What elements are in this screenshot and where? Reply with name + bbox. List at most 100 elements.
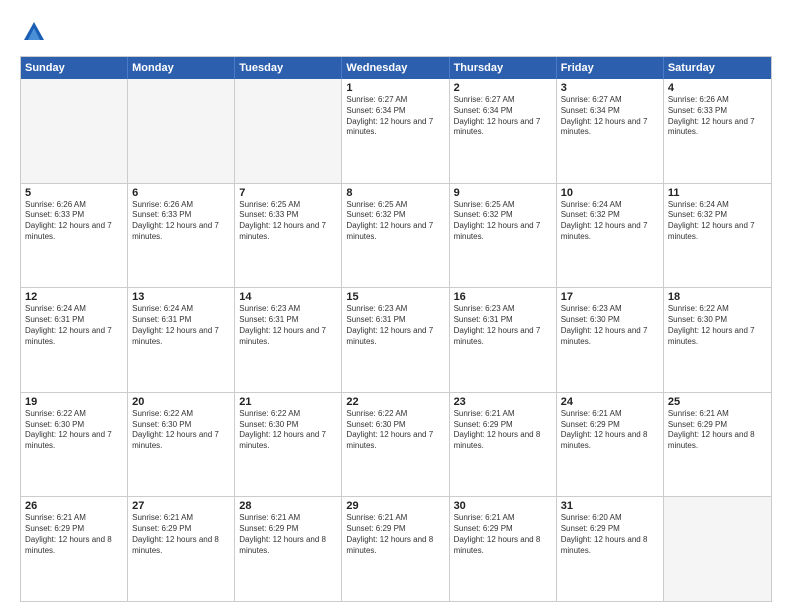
calendar-cell: 30Sunrise: 6:21 AMSunset: 6:29 PMDayligh…	[450, 497, 557, 601]
cell-info: Sunrise: 6:25 AMSunset: 6:33 PMDaylight:…	[239, 200, 337, 243]
day-number: 17	[561, 291, 659, 303]
calendar-cell: 27Sunrise: 6:21 AMSunset: 6:29 PMDayligh…	[128, 497, 235, 601]
day-number: 30	[454, 500, 552, 512]
cell-info: Sunrise: 6:22 AMSunset: 6:30 PMDaylight:…	[239, 409, 337, 452]
calendar-cell: 15Sunrise: 6:23 AMSunset: 6:31 PMDayligh…	[342, 288, 449, 392]
day-number: 2	[454, 82, 552, 94]
day-number: 3	[561, 82, 659, 94]
day-number: 23	[454, 396, 552, 408]
cell-info: Sunrise: 6:21 AMSunset: 6:29 PMDaylight:…	[346, 513, 444, 556]
day-number: 18	[668, 291, 767, 303]
calendar-cell: 5Sunrise: 6:26 AMSunset: 6:33 PMDaylight…	[21, 184, 128, 288]
day-number: 10	[561, 187, 659, 199]
calendar-cell: 28Sunrise: 6:21 AMSunset: 6:29 PMDayligh…	[235, 497, 342, 601]
calendar-week-4: 19 Sunrise: 6:22 AMSunset: 6:30 PMDayligh…	[21, 393, 771, 498]
calendar-week-3: 12Sunrise: 6:24 AMSunset: 6:31 PMDayligh…	[21, 288, 771, 393]
day-number: 8	[346, 187, 444, 199]
cell-info: Sunrise: 6:25 AMSunset: 6:32 PMDaylight:…	[346, 200, 444, 243]
calendar-cell	[128, 79, 235, 183]
calendar-cell: 13Sunrise: 6:24 AMSunset: 6:31 PMDayligh…	[128, 288, 235, 392]
calendar: SundayMondayTuesdayWednesdayThursdayFrid…	[20, 56, 772, 602]
day-number: 4	[668, 82, 767, 94]
calendar-cell: 20Sunrise: 6:22 AMSunset: 6:30 PMDayligh…	[128, 393, 235, 497]
calendar-cell: 6Sunrise: 6:26 AMSunset: 6:33 PMDaylight…	[128, 184, 235, 288]
cell-info: Sunrise: 6:26 AMSunset: 6:33 PMDaylight:…	[132, 200, 230, 243]
cell-info: Sunrise: 6:22 AMSunset: 6:30 PMDaylight:…	[346, 409, 444, 452]
calendar-cell: 18Sunrise: 6:22 AMSunset: 6:30 PMDayligh…	[664, 288, 771, 392]
cell-info: Sunrise: 6:24 AMSunset: 6:32 PMDaylight:…	[668, 200, 767, 243]
calendar-cell: 12Sunrise: 6:24 AMSunset: 6:31 PMDayligh…	[21, 288, 128, 392]
day-number: 16	[454, 291, 552, 303]
day-number: 13	[132, 291, 230, 303]
header	[20, 18, 772, 46]
calendar-cell: 1Sunrise: 6:27 AMSunset: 6:34 PMDaylight…	[342, 79, 449, 183]
calendar-cell: 21Sunrise: 6:22 AMSunset: 6:30 PMDayligh…	[235, 393, 342, 497]
day-number: 6	[132, 187, 230, 199]
calendar-body: 1Sunrise: 6:27 AMSunset: 6:34 PMDaylight…	[21, 79, 771, 601]
calendar-cell: 2Sunrise: 6:27 AMSunset: 6:34 PMDaylight…	[450, 79, 557, 183]
header-day-monday: Monday	[128, 57, 235, 79]
day-number: 5	[25, 187, 123, 199]
cell-info: Sunrise: 6:26 AMSunset: 6:33 PMDaylight:…	[668, 95, 767, 138]
cell-info: Sunrise: 6:24 AMSunset: 6:31 PMDaylight:…	[132, 304, 230, 347]
cell-info: Sunrise: 6:23 AMSunset: 6:31 PMDaylight:…	[346, 304, 444, 347]
calendar-header: SundayMondayTuesdayWednesdayThursdayFrid…	[21, 57, 771, 79]
day-number: 31	[561, 500, 659, 512]
cell-info: Sunrise: 6:21 AMSunset: 6:29 PMDaylight:…	[25, 513, 123, 556]
cell-info: Sunrise: 6:22 AMSunset: 6:30 PMDaylight:…	[132, 409, 230, 452]
calendar-cell: 4Sunrise: 6:26 AMSunset: 6:33 PMDaylight…	[664, 79, 771, 183]
calendar-cell: 23Sunrise: 6:21 AMSunset: 6:29 PMDayligh…	[450, 393, 557, 497]
header-day-saturday: Saturday	[664, 57, 771, 79]
calendar-cell: 8Sunrise: 6:25 AMSunset: 6:32 PMDaylight…	[342, 184, 449, 288]
header-day-friday: Friday	[557, 57, 664, 79]
day-number: 1	[346, 82, 444, 94]
day-number: 9	[454, 187, 552, 199]
day-number: 27	[132, 500, 230, 512]
day-number: 24	[561, 396, 659, 408]
cell-info: Sunrise: 6:27 AMSunset: 6:34 PMDaylight:…	[346, 95, 444, 138]
day-number: 11	[668, 187, 767, 199]
logo	[20, 18, 52, 46]
day-number: 22	[346, 396, 444, 408]
calendar-cell: 24Sunrise: 6:21 AMSunset: 6:29 PMDayligh…	[557, 393, 664, 497]
cell-info: Sunrise: 6:20 AMSunset: 6:29 PMDaylight:…	[561, 513, 659, 556]
calendar-cell	[21, 79, 128, 183]
calendar-cell: 16Sunrise: 6:23 AMSunset: 6:31 PMDayligh…	[450, 288, 557, 392]
day-number: 15	[346, 291, 444, 303]
cell-info: Sunrise: 6:24 AMSunset: 6:32 PMDaylight:…	[561, 200, 659, 243]
cell-info: Sunrise: 6:27 AMSunset: 6:34 PMDaylight:…	[561, 95, 659, 138]
header-day-wednesday: Wednesday	[342, 57, 449, 79]
calendar-cell: 22Sunrise: 6:22 AMSunset: 6:30 PMDayligh…	[342, 393, 449, 497]
cell-info: Sunrise: 6:21 AMSunset: 6:29 PMDaylight:…	[454, 409, 552, 452]
cell-info: Sunrise: 6:26 AMSunset: 6:33 PMDaylight:…	[25, 200, 123, 243]
calendar-week-1: 1Sunrise: 6:27 AMSunset: 6:34 PMDaylight…	[21, 79, 771, 184]
day-number: 19	[25, 396, 123, 408]
cell-info: Sunrise: 6:23 AMSunset: 6:31 PMDaylight:…	[239, 304, 337, 347]
header-day-thursday: Thursday	[450, 57, 557, 79]
day-number: 28	[239, 500, 337, 512]
calendar-cell: 17Sunrise: 6:23 AMSunset: 6:30 PMDayligh…	[557, 288, 664, 392]
calendar-cell: 19Sunrise: 6:22 AMSunset: 6:30 PMDayligh…	[21, 393, 128, 497]
calendar-cell: 31Sunrise: 6:20 AMSunset: 6:29 PMDayligh…	[557, 497, 664, 601]
calendar-cell: 3Sunrise: 6:27 AMSunset: 6:34 PMDaylight…	[557, 79, 664, 183]
header-day-sunday: Sunday	[21, 57, 128, 79]
cell-info: Sunrise: 6:23 AMSunset: 6:30 PMDaylight:…	[561, 304, 659, 347]
cell-info: Sunrise: 6:22 AMSunset: 6:30 PMDaylight:…	[668, 304, 767, 347]
cell-info: Sunrise: 6:21 AMSunset: 6:29 PMDaylight:…	[561, 409, 659, 452]
page: SundayMondayTuesdayWednesdayThursdayFrid…	[0, 0, 792, 612]
calendar-cell	[664, 497, 771, 601]
cell-info: Sunrise: 6:24 AMSunset: 6:31 PMDaylight:…	[25, 304, 123, 347]
calendar-cell: 14Sunrise: 6:23 AMSunset: 6:31 PMDayligh…	[235, 288, 342, 392]
calendar-week-2: 5Sunrise: 6:26 AMSunset: 6:33 PMDaylight…	[21, 184, 771, 289]
cell-info: Sunrise: 6:21 AMSunset: 6:29 PMDaylight:…	[454, 513, 552, 556]
calendar-cell: 7Sunrise: 6:25 AMSunset: 6:33 PMDaylight…	[235, 184, 342, 288]
calendar-week-5: 26Sunrise: 6:21 AMSunset: 6:29 PMDayligh…	[21, 497, 771, 601]
day-number: 20	[132, 396, 230, 408]
cell-info: Sunrise: 6:25 AMSunset: 6:32 PMDaylight:…	[454, 200, 552, 243]
calendar-cell: 26Sunrise: 6:21 AMSunset: 6:29 PMDayligh…	[21, 497, 128, 601]
calendar-cell: 29Sunrise: 6:21 AMSunset: 6:29 PMDayligh…	[342, 497, 449, 601]
calendar-cell: 9Sunrise: 6:25 AMSunset: 6:32 PMDaylight…	[450, 184, 557, 288]
cell-info: Sunrise: 6:21 AMSunset: 6:29 PMDaylight:…	[668, 409, 767, 452]
logo-icon	[20, 18, 48, 46]
calendar-cell	[235, 79, 342, 183]
